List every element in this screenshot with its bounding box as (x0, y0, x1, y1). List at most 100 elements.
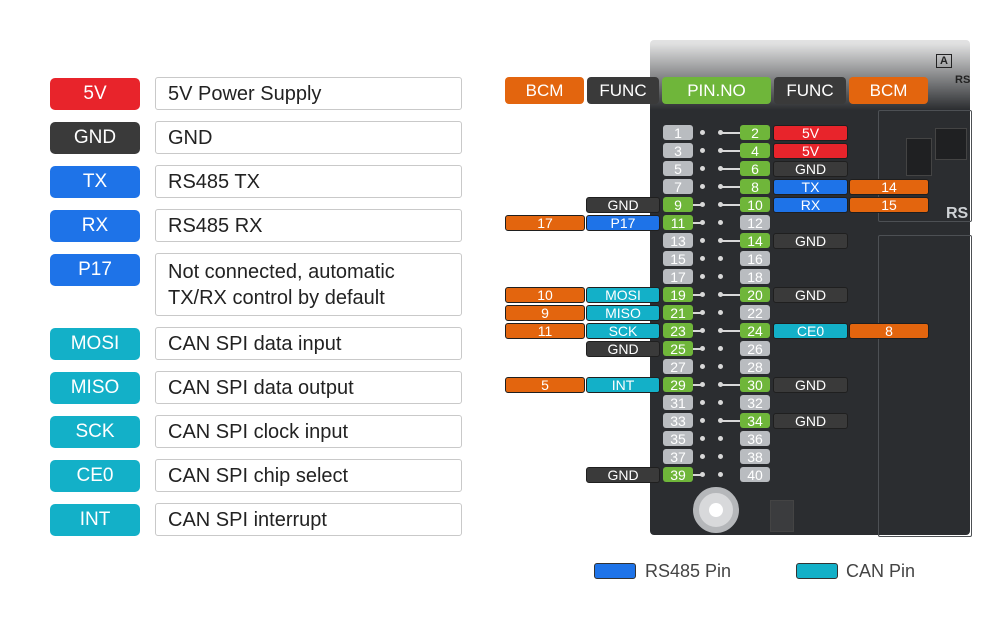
pin-contact (718, 472, 723, 477)
pin-contact (700, 256, 705, 261)
pin-2: 2 (740, 125, 770, 141)
legend-tag: GND (50, 122, 140, 154)
pin-connector (721, 186, 740, 188)
pin-contact (700, 184, 705, 189)
pin-contact (718, 364, 723, 369)
func-label-gnd: GND (773, 233, 848, 249)
func-label-int: INT (586, 377, 660, 393)
pin-connector (721, 384, 740, 386)
pin-contact (718, 274, 723, 279)
pin-12: 12 (740, 215, 770, 231)
rs485-key-label: RS485 Pin (645, 561, 732, 581)
pin-35: 35 (663, 431, 693, 447)
func-label-mosi: MOSI (586, 287, 660, 303)
legend-tag: 5V (50, 78, 140, 110)
pin-connector (693, 330, 702, 332)
func-label-gnd: GND (773, 377, 848, 393)
func-label-5v: 5V (773, 143, 848, 159)
pin-connector (693, 222, 702, 224)
mounting-hole (693, 487, 739, 533)
pin-connector (693, 312, 702, 314)
pin-1: 1 (663, 125, 693, 141)
pin-9: 9 (663, 197, 693, 213)
pin-40: 40 (740, 467, 770, 483)
bcm-label: 10 (505, 287, 585, 303)
func-label-ce0: CE0 (773, 323, 848, 339)
pin-contact (700, 238, 705, 243)
bcm-label: 8 (849, 323, 929, 339)
pin-contact (700, 418, 705, 423)
func-label-tx: TX (773, 179, 848, 195)
pin-contact (700, 454, 705, 459)
pin-connector (693, 348, 702, 350)
legend-tag: MOSI (50, 328, 140, 360)
pin-connector (721, 204, 740, 206)
pin-25: 25 (663, 341, 693, 357)
pin-19: 19 (663, 287, 693, 303)
func-label-p17: P17 (586, 215, 660, 231)
legend-description: CAN SPI data output (155, 371, 462, 404)
legend-tag: SCK (50, 416, 140, 448)
pin-contact (700, 436, 705, 441)
pin-contact (718, 310, 723, 315)
board-silk-a: A (936, 54, 952, 68)
legend-description: Not connected, automatic TX/RX control b… (155, 253, 462, 316)
pin-33: 33 (663, 413, 693, 429)
pin-10: 10 (740, 197, 770, 213)
pin-contact (718, 436, 723, 441)
pin-contact (700, 130, 705, 135)
board-silk-rs-top: RS (955, 74, 971, 86)
board-chip-2 (935, 128, 967, 160)
board-chip (906, 138, 932, 176)
pin-32: 32 (740, 395, 770, 411)
pin-11: 11 (663, 215, 693, 231)
func-label-gnd: GND (586, 467, 660, 483)
func-label-gnd: GND (586, 197, 660, 213)
func-label-miso: MISO (586, 305, 660, 321)
legend-tag: P17 (50, 254, 140, 286)
header-func-right: FUNC (774, 77, 846, 104)
legend-description: RS485 RX (155, 209, 462, 242)
pin-30: 30 (740, 377, 770, 393)
pin-17: 17 (663, 269, 693, 285)
pin-22: 22 (740, 305, 770, 321)
bcm-label: 14 (849, 179, 929, 195)
pin-contact (718, 400, 723, 405)
board-component (770, 500, 794, 532)
func-label-gnd: GND (773, 287, 848, 303)
pin-16: 16 (740, 251, 770, 267)
pin-connector (721, 132, 740, 134)
pin-14: 14 (740, 233, 770, 249)
pin-contact (718, 256, 723, 261)
legend-tag: RX (50, 210, 140, 242)
header-func-left: FUNC (587, 77, 659, 104)
legend-description: GND (155, 121, 462, 154)
pin-contact (700, 148, 705, 153)
pin-connector (721, 420, 740, 422)
legend-description: CAN SPI interrupt (155, 503, 462, 536)
pin-contact (700, 400, 705, 405)
pin-7: 7 (663, 179, 693, 195)
pin-21: 21 (663, 305, 693, 321)
legend-description: RS485 TX (155, 165, 462, 198)
pin-contact (700, 274, 705, 279)
func-label-sck: SCK (586, 323, 660, 339)
board-silk-rs-side: RS (946, 205, 969, 222)
header-pin-no: PIN.NO (662, 77, 771, 104)
pin-connector (721, 294, 740, 296)
legend-description: CAN SPI clock input (155, 415, 462, 448)
legend-description: CAN SPI data input (155, 327, 462, 360)
pin-connector (721, 240, 740, 242)
bcm-label: 15 (849, 197, 929, 213)
pin-38: 38 (740, 449, 770, 465)
header-bcm-left: BCM (505, 77, 584, 104)
pin-4: 4 (740, 143, 770, 159)
legend-description: 5V Power Supply (155, 77, 462, 110)
pin-connector (721, 168, 740, 170)
pin-39: 39 (663, 467, 693, 483)
pin-contact (718, 454, 723, 459)
legend-tag: INT (50, 504, 140, 536)
can-key-label: CAN Pin (846, 561, 916, 581)
pin-6: 6 (740, 161, 770, 177)
pin-37: 37 (663, 449, 693, 465)
